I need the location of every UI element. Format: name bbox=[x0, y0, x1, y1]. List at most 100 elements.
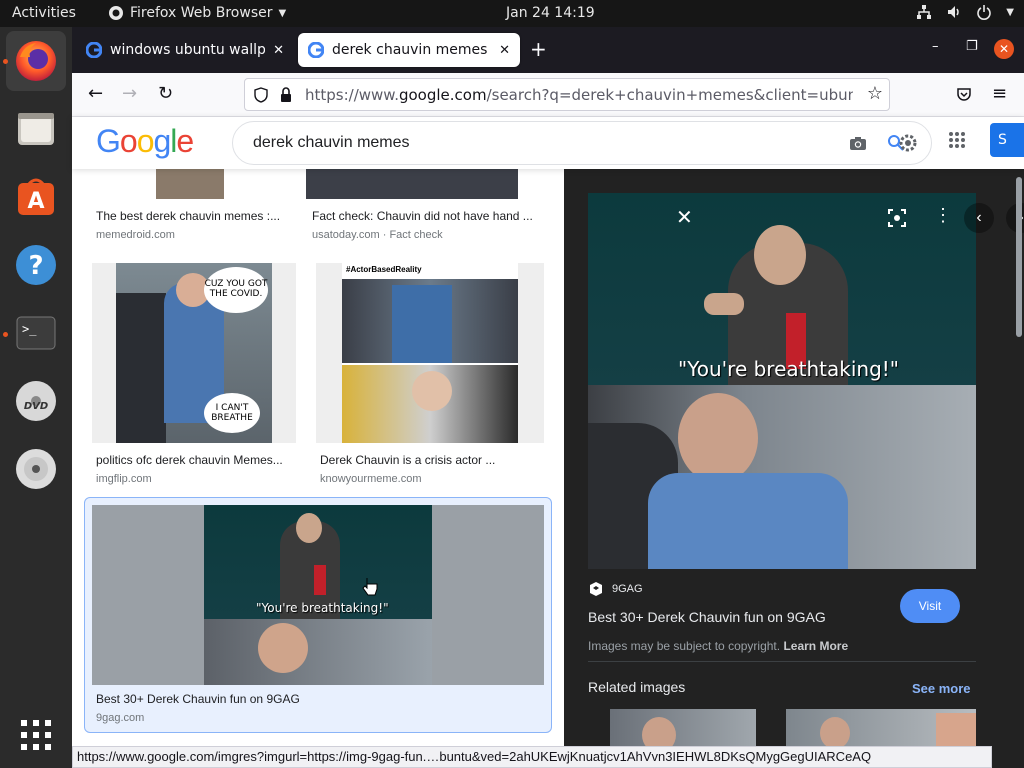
ubuntu-dock: A ? >_ DVD bbox=[0, 27, 72, 768]
back-arrow-icon[interactable]: ← bbox=[88, 83, 103, 104]
chevron-down-icon: ▼ bbox=[278, 7, 287, 19]
meme-caption: "You're breathtaking!" bbox=[678, 357, 899, 381]
app-menu[interactable]: Firefox Web Browser ▼ bbox=[108, 5, 286, 21]
previous-image-button[interactable]: ‹ bbox=[964, 203, 994, 233]
settings-gear-icon[interactable] bbox=[897, 132, 919, 154]
svg-text:?: ? bbox=[28, 251, 43, 281]
tab-bar: windows ubuntu wallpap ✕ derek chauvin m… bbox=[72, 27, 1024, 73]
minimize-icon[interactable]: – bbox=[932, 39, 939, 54]
gnome-top-bar: Activities Firefox Web Browser ▼ Jan 24 … bbox=[0, 0, 1024, 27]
svg-text:A: A bbox=[27, 189, 44, 214]
tab-title: windows ubuntu wallpap bbox=[110, 42, 266, 58]
dock-dvd[interactable]: DVD bbox=[6, 371, 66, 431]
google-favicon-icon bbox=[86, 42, 102, 58]
dock-disc[interactable] bbox=[6, 439, 66, 499]
learn-more-link[interactable]: Learn More bbox=[783, 639, 848, 653]
source-site-name: 9GAG bbox=[612, 583, 643, 595]
meme-caption: "You're breathtaking!" bbox=[256, 601, 389, 615]
dock-terminal[interactable]: >_ bbox=[6, 303, 66, 363]
result-title[interactable]: politics ofc derek chauvin Memes... bbox=[96, 453, 296, 467]
copyright-text: Images may be subject to copyright. bbox=[588, 639, 781, 653]
link-status-bar: https://www.google.com/imgres?imgurl=htt… bbox=[72, 746, 992, 768]
result-source: 9gag.com bbox=[96, 712, 145, 724]
result-title: Best 30+ Derek Chauvin fun on 9GAG bbox=[96, 692, 300, 706]
result-thumbnail[interactable] bbox=[306, 169, 518, 199]
meme-image: #ActorBasedReality bbox=[342, 263, 518, 443]
result-source[interactable]: imgflip.com bbox=[96, 473, 152, 485]
selected-result-card[interactable]: "You're breathtaking!" Best 30+ Derek Ch… bbox=[84, 497, 552, 733]
google-apps-icon[interactable] bbox=[948, 131, 966, 149]
forward-arrow-icon[interactable]: → bbox=[122, 83, 137, 104]
help-icon: ? bbox=[16, 245, 56, 285]
source-site[interactable]: 9GAG bbox=[588, 581, 643, 597]
result-source[interactable]: knowyourmeme.com bbox=[320, 473, 421, 485]
related-images-heading: Related images bbox=[588, 679, 686, 695]
9gag-logo-icon bbox=[590, 582, 602, 596]
system-tray[interactable]: ▼ bbox=[916, 4, 1014, 20]
activities-button[interactable]: Activities bbox=[12, 5, 76, 21]
svg-text:>_: >_ bbox=[22, 322, 37, 336]
firefox-window: windows ubuntu wallpap ✕ derek chauvin m… bbox=[72, 27, 1024, 768]
result-source[interactable]: memedroid.com bbox=[96, 229, 175, 241]
disc-icon bbox=[16, 449, 56, 489]
result-card[interactable]: #ActorBasedReality bbox=[316, 263, 544, 443]
maximize-icon[interactable]: ❐ bbox=[966, 39, 978, 54]
navigation-toolbar: ← → ↻ https://www.google.com/search?q=de… bbox=[72, 73, 1024, 117]
meme-image: CUZ YOU GOT THE COVID. I CAN'T BREATHE bbox=[116, 263, 272, 443]
result-title[interactable]: Fact check: Chauvin did not have hand ..… bbox=[312, 209, 542, 223]
result-card[interactable]: CUZ YOU GOT THE COVID. I CAN'T BREATHE bbox=[92, 263, 296, 443]
result-source[interactable]: usatoday.com · Fact check bbox=[312, 229, 443, 241]
dock-firefox[interactable] bbox=[6, 31, 66, 91]
power-icon bbox=[977, 5, 992, 20]
new-tab-button[interactable]: + bbox=[530, 37, 547, 61]
dock-software[interactable]: A bbox=[6, 167, 66, 227]
tab-chauvin-memes[interactable]: derek chauvin memes - G ✕ bbox=[298, 33, 520, 67]
result-title[interactable]: Derek Chauvin is a crisis actor ... bbox=[320, 453, 540, 467]
see-more-link[interactable]: See more bbox=[912, 681, 971, 696]
camera-icon[interactable] bbox=[849, 135, 867, 151]
show-apps-icon bbox=[21, 720, 51, 750]
shield-icon[interactable] bbox=[253, 87, 269, 103]
hand-cursor-icon bbox=[362, 578, 378, 596]
address-bar[interactable]: https://www.google.com/search?q=derek+ch… bbox=[244, 78, 890, 111]
preview-image[interactable]: "You're breathtaking!" bbox=[588, 193, 976, 569]
app-menu-label: Firefox Web Browser bbox=[130, 5, 273, 21]
image-results-grid: The best derek chauvin memes :... memedr… bbox=[72, 169, 564, 768]
search-query-text[interactable]: derek chauvin memes bbox=[253, 134, 410, 152]
result-thumbnail[interactable] bbox=[156, 169, 224, 199]
visit-button[interactable]: Visit bbox=[900, 589, 960, 623]
dock-show-apps[interactable] bbox=[6, 705, 66, 765]
speech-bubble: CUZ YOU GOT THE COVID. bbox=[204, 267, 268, 313]
firefox-icon bbox=[16, 41, 56, 81]
preview-title[interactable]: Best 30+ Derek Chauvin fun on 9GAG bbox=[588, 609, 826, 625]
bookmark-star-icon[interactable]: ☆ bbox=[867, 83, 883, 104]
close-tab-icon[interactable]: ✕ bbox=[273, 43, 284, 58]
svg-text:DVD: DVD bbox=[24, 401, 48, 412]
software-center-icon: A bbox=[18, 178, 54, 215]
pocket-icon[interactable] bbox=[956, 86, 972, 102]
clock[interactable]: Jan 24 14:19 bbox=[506, 5, 595, 21]
google-search-box[interactable]: derek chauvin memes bbox=[232, 121, 932, 165]
page-scrollbar[interactable] bbox=[1016, 177, 1022, 337]
meme-image: "You're breathtaking!" bbox=[204, 505, 432, 685]
network-icon bbox=[917, 5, 932, 19]
tab-wallpaper[interactable]: windows ubuntu wallpap ✕ bbox=[76, 33, 294, 67]
lock-icon[interactable] bbox=[279, 87, 293, 103]
volume-icon bbox=[948, 6, 960, 18]
result-title[interactable]: The best derek chauvin memes :... bbox=[96, 209, 296, 223]
more-options-icon[interactable]: ⋮ bbox=[934, 205, 952, 226]
close-icon[interactable]: ✕ bbox=[676, 205, 693, 230]
result-thumbnail: "You're breathtaking!" bbox=[92, 505, 544, 685]
close-tab-icon[interactable]: ✕ bbox=[499, 43, 510, 58]
window-close-button[interactable]: ✕ bbox=[994, 39, 1014, 59]
terminal-icon: >_ bbox=[16, 316, 56, 350]
dock-files[interactable] bbox=[6, 99, 66, 159]
reload-icon[interactable]: ↻ bbox=[158, 83, 173, 104]
tab-title: derek chauvin memes - G bbox=[332, 42, 491, 58]
url-text: https://www.google.com/search?q=derek+ch… bbox=[305, 86, 853, 104]
dock-help[interactable]: ? bbox=[6, 235, 66, 295]
lens-search-icon[interactable] bbox=[888, 209, 906, 227]
sign-in-button[interactable]: S bbox=[990, 123, 1024, 157]
google-logo[interactable]: Google bbox=[96, 123, 194, 160]
hamburger-menu-icon[interactable]: ≡ bbox=[992, 83, 1007, 104]
